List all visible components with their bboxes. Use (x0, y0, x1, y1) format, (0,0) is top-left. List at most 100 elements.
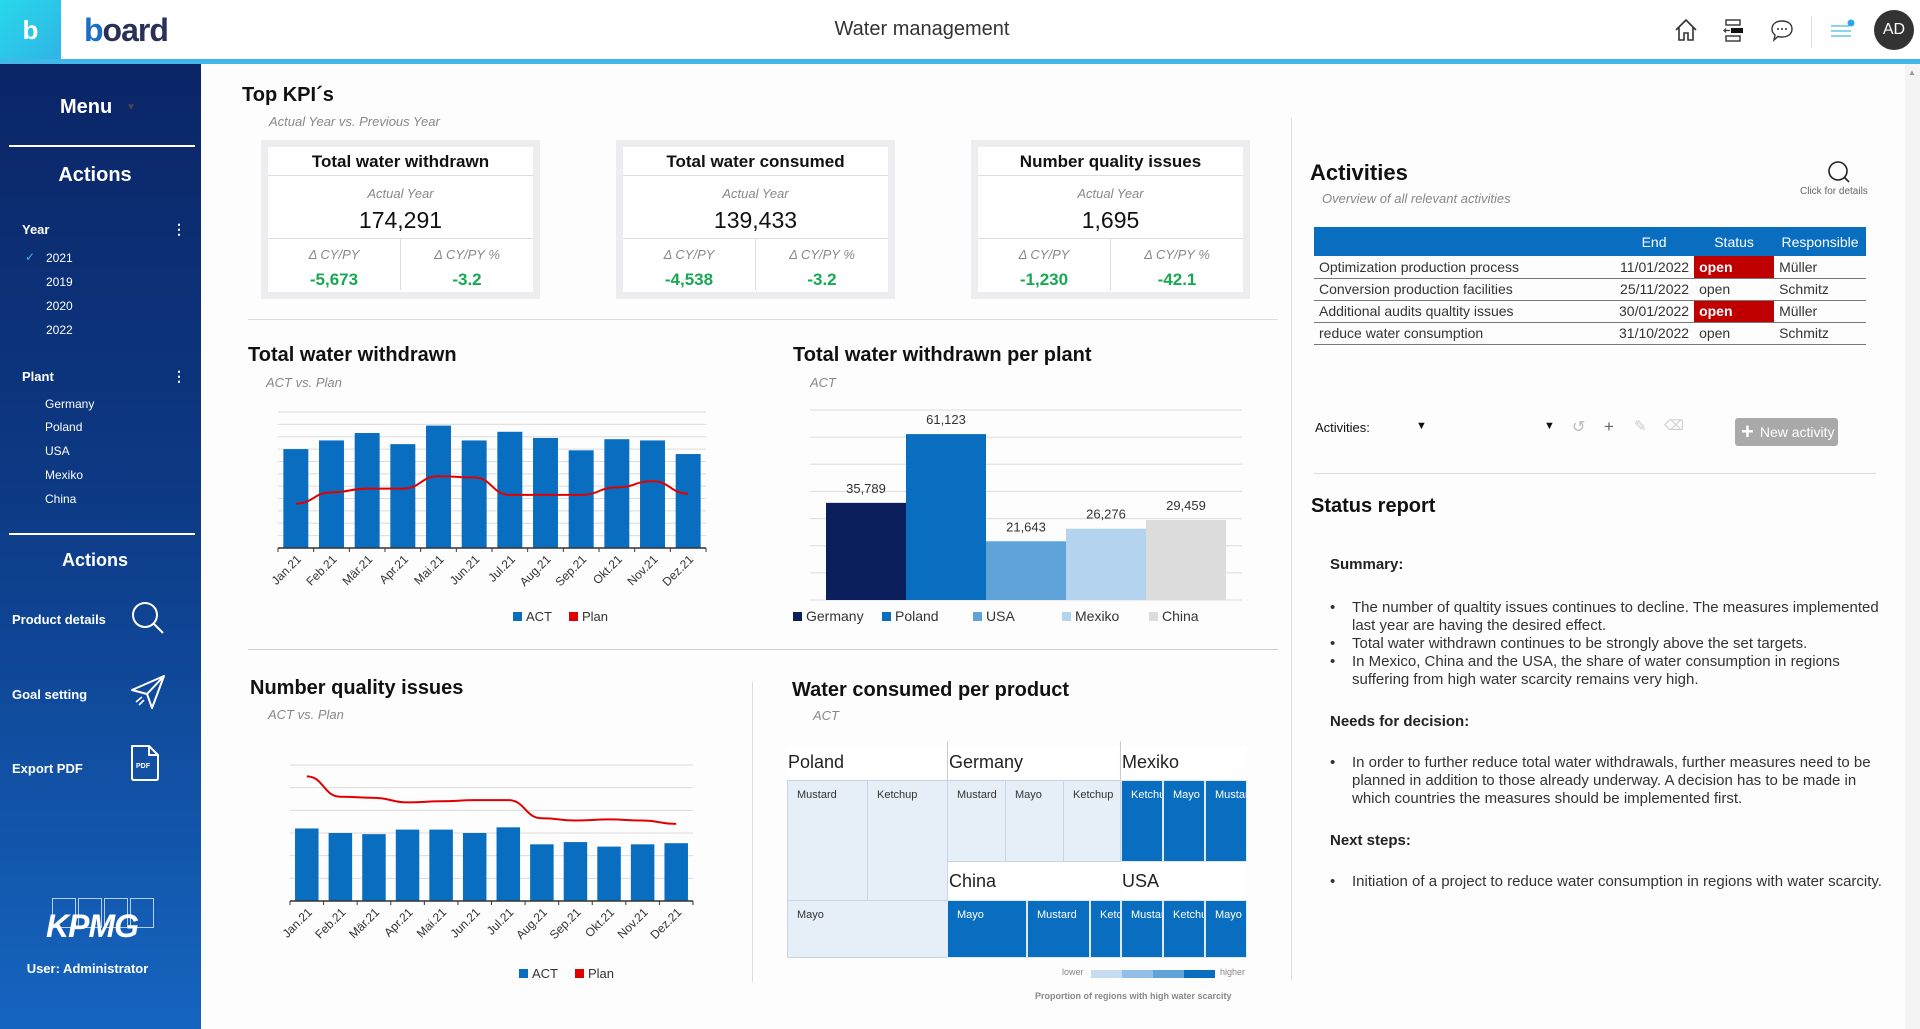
goal-setting-action[interactable]: Goal setting (12, 687, 87, 702)
bar-act (295, 828, 319, 901)
activities-table: End Status Responsible Optimization prod… (1314, 227, 1866, 345)
treemap-cell[interactable]: Mayo (787, 900, 948, 958)
click-for-details-link[interactable]: Click for details (1800, 186, 1868, 197)
new-activity-label: New activity (1759, 424, 1835, 440)
chart-subtitle-quality: ACT vs. Plan (268, 707, 344, 722)
activity-end: 25/11/2022 (1614, 278, 1695, 301)
layout-icon[interactable] (1720, 16, 1748, 44)
bar-act (362, 834, 386, 901)
legend-label-plan: Plan (582, 609, 608, 624)
eraser-icon[interactable]: ⌫ (1664, 417, 1684, 434)
col-activity (1314, 227, 1614, 256)
plant-option-poland[interactable]: Poland (45, 420, 82, 434)
bar-act (664, 843, 688, 901)
summary-item: The number of qualtity issues continues … (1330, 599, 1886, 635)
treemap-cell[interactable]: Mayo (1163, 780, 1205, 862)
data-label: 21,643 (1006, 519, 1046, 534)
filters-heading: Actions (58, 164, 132, 186)
vertical-scrollbar[interactable]: ▲ (1905, 64, 1920, 1029)
edit-icon[interactable]: ✎ (1634, 417, 1647, 435)
menu-toggle[interactable]: Menu ▼ (0, 96, 196, 119)
year-option-2021[interactable]: 2021 (46, 251, 73, 265)
menu-label: Menu (59, 96, 113, 118)
activities-subtitle: Overview of all relevant activities (1322, 191, 1511, 206)
treemap-cell[interactable]: Mustard (1205, 780, 1247, 862)
paper-plane-icon[interactable] (128, 672, 168, 712)
year-option-2022[interactable]: 2022 (46, 323, 73, 337)
sidebar-divider (9, 145, 195, 147)
region-label-poland: Poland (787, 746, 947, 778)
bar-act (640, 440, 665, 548)
home-icon[interactable] (1672, 16, 1700, 44)
bar-usa (986, 541, 1066, 600)
pdf-file-icon[interactable]: PDF (128, 744, 162, 782)
treemap-cell[interactable]: Mayo (1005, 780, 1064, 862)
treemap-cell[interactable]: Mayo (1205, 900, 1247, 958)
bar-act (497, 431, 523, 548)
treemap-cell[interactable]: Ketchup (867, 780, 948, 901)
plant-option-china[interactable]: China (45, 492, 76, 506)
treemap-cell[interactable]: Ketchup (1163, 900, 1205, 958)
chevron-down-icon[interactable]: ▼ (1416, 420, 1427, 432)
legend-swatch (1091, 970, 1122, 978)
kpi-delta-value: -5,673 (309, 270, 359, 289)
bar-act (597, 846, 621, 901)
region-label-germany: Germany (948, 746, 1118, 778)
treemap-cell[interactable]: Ketchup (1090, 900, 1121, 958)
activities-title: Activities (1310, 160, 1408, 185)
legend-swatch-plan (575, 969, 584, 978)
comment-icon[interactable] (1768, 16, 1796, 44)
legend-label-plan: Plan (588, 966, 614, 981)
treemap-cell[interactable]: Ketchup (1063, 780, 1121, 862)
bar-act (328, 833, 353, 901)
col-status: Status (1694, 227, 1775, 256)
legend-swatch (882, 612, 891, 621)
x-tick-label: Okt.21 (582, 905, 617, 940)
chart-title-per-product: Water consumed per product (792, 679, 1070, 701)
add-icon[interactable]: + (1604, 417, 1614, 437)
scroll-up-icon[interactable]: ▲ (1908, 68, 1916, 77)
plant-options-icon[interactable]: ⋮ (172, 368, 186, 385)
treemap-cell[interactable]: Mayo (947, 900, 1027, 958)
table-row[interactable]: Additional audits qualtity issues 30/01/2… (1314, 300, 1866, 323)
table-row[interactable]: Optimization production process 11/01/202… (1314, 256, 1866, 279)
bar-mexiko (1066, 528, 1146, 600)
export-pdf-action[interactable]: Export PDF (12, 761, 83, 776)
legend-swatch (1153, 970, 1184, 978)
search-icon[interactable] (1826, 160, 1852, 186)
company-logo: KPMG (46, 908, 139, 944)
kpi-delta-pct-value: -3.2 (807, 270, 837, 289)
plant-option-germany[interactable]: Germany (45, 397, 94, 411)
refresh-icon[interactable]: ↺ (1572, 417, 1585, 437)
activity-name: Optimization production process (1314, 256, 1614, 279)
new-activity-button[interactable]: + New activity (1735, 418, 1838, 446)
year-option-2019[interactable]: 2019 (46, 275, 73, 289)
next-steps-list: Initiation of a project to reduce water … (1330, 873, 1886, 891)
year-options-icon[interactable]: ⋮ (172, 221, 186, 238)
table-row[interactable]: reduce water consumption 31/10/2022 open Sc… (1314, 322, 1866, 345)
plant-option-mexiko[interactable]: Mexiko (45, 468, 83, 482)
pdf-icon-text: PDF (136, 763, 150, 770)
plant-option-usa[interactable]: USA (45, 444, 70, 458)
year-option-2020[interactable]: 2020 (46, 299, 73, 313)
x-tick-label: Jan.21 (280, 905, 315, 941)
search-icon[interactable] (128, 598, 168, 638)
treemap-cell[interactable]: Ketchup (1121, 780, 1163, 862)
treemap-cell[interactable]: Mustard (947, 780, 1006, 862)
chevron-down-icon[interactable]: ▼ (1544, 420, 1555, 432)
legend-swatch-act (519, 969, 528, 978)
x-tick-label: Aug.21 (513, 905, 550, 942)
user-avatar[interactable]: AD (1874, 10, 1914, 50)
product-details-action[interactable]: Product details (12, 612, 106, 627)
treemap-cell[interactable]: Mustard (787, 780, 868, 901)
bar-act (461, 440, 487, 548)
table-row[interactable]: Conversion production facilities 25/11/20… (1314, 278, 1866, 301)
decision-heading: Needs for decision: (1330, 713, 1470, 730)
activity-responsible: Schmitz (1774, 278, 1866, 301)
table-header: End Status Responsible (1314, 227, 1866, 256)
treemap-cell[interactable]: Mustard (1121, 900, 1163, 958)
notifications-icon[interactable] (1828, 16, 1856, 44)
activity-status: open (1694, 300, 1775, 323)
bar-act (395, 829, 420, 901)
treemap-cell[interactable]: Mustard (1027, 900, 1090, 958)
